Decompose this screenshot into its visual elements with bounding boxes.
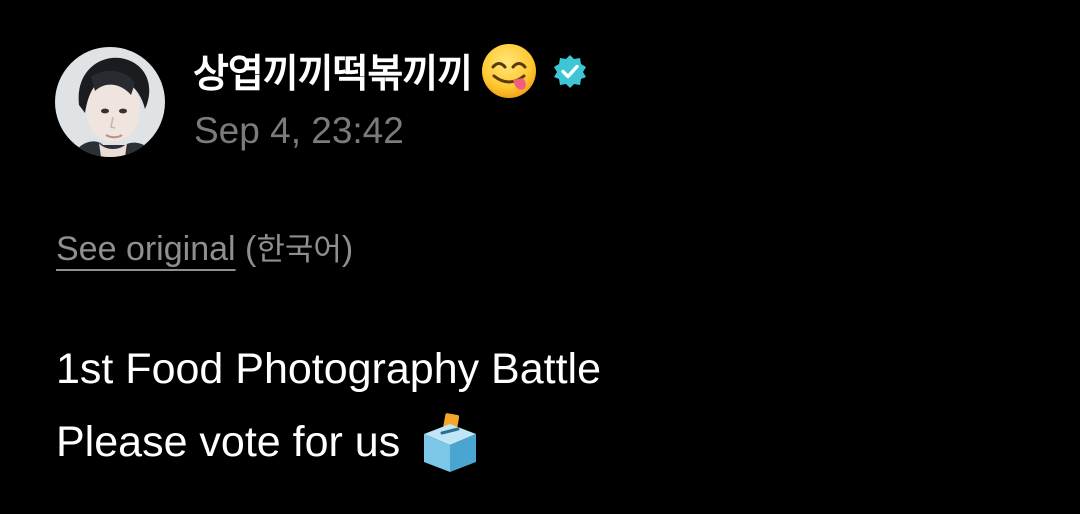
post-line-text: 1st Food Photography Battle	[56, 345, 602, 393]
avatar-portrait	[55, 47, 165, 157]
post-body: 1st Food Photography Battle Please vote …	[56, 333, 601, 479]
translation-notice: See original (한국어)	[56, 224, 353, 269]
avatar[interactable]	[55, 47, 165, 157]
author-header: 상엽끼끼떡볶끼끼	[193, 40, 588, 102]
post-line-1: 1st Food Photography Battle	[56, 333, 601, 406]
language-paren-open: (	[245, 230, 257, 268]
face-savoring-food-icon	[480, 42, 538, 100]
ballot-box-icon	[420, 412, 480, 474]
display-name[interactable]: 상엽끼끼떡볶끼끼	[193, 43, 473, 99]
post-line-2: Please vote for us	[56, 406, 601, 479]
see-original-link[interactable]: See original	[56, 230, 236, 268]
verified-badge-icon[interactable]	[552, 53, 588, 89]
language-paren-close: )	[341, 230, 354, 268]
original-language: 한국어	[256, 232, 342, 268]
post-timestamp[interactable]: Sep 4, 23:42	[194, 110, 404, 152]
post-line-text: Please vote for us	[56, 418, 401, 466]
